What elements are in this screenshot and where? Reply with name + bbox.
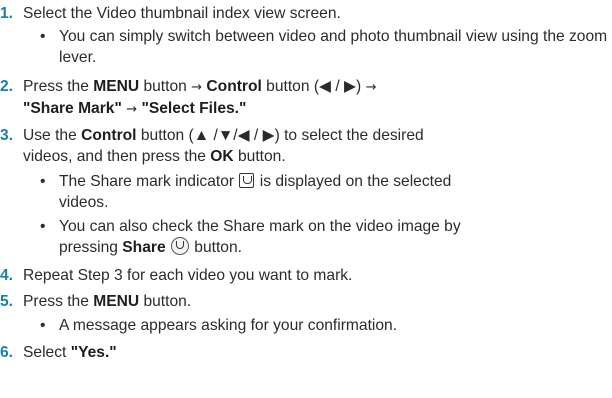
bullet-text: The Share mark indicator is displayed on… — [59, 171, 611, 213]
step-text: Select the Video thumbnail index view sc… — [23, 5, 341, 22]
bullet-dot: • — [40, 28, 46, 45]
bullet-dot: • — [40, 317, 46, 334]
bullet-dot: • — [40, 218, 46, 235]
step-text: Press the MENU button. — [23, 291, 608, 312]
text-run: Press the — [23, 293, 94, 310]
text-run: button. — [189, 239, 242, 256]
text-run: pressing — [59, 239, 123, 256]
arrow-icon: → — [365, 80, 377, 95]
menu-label: MENU — [93, 293, 140, 310]
bullet-text: A message appears asking for your confir… — [59, 317, 398, 334]
text-run: button. — [139, 293, 192, 310]
menu-label: MENU — [93, 78, 140, 95]
share-mark-icon — [239, 173, 255, 188]
arrow-icon: → — [126, 102, 138, 117]
step-number: 5. — [0, 293, 14, 310]
instruction-page: 1. Select the Video thumbnail index view… — [0, 0, 612, 398]
share-mark-label: "Share Mark" — [23, 100, 122, 117]
text-run: button. — [233, 148, 286, 165]
share-button-icon — [170, 237, 189, 255]
step-number: 3. — [0, 127, 14, 144]
text-run: The Share mark indicator — [59, 173, 235, 190]
text-run: You can also check the Share mark on the… — [59, 218, 461, 235]
step-number: 4. — [0, 267, 14, 284]
step-number: 1. — [0, 5, 14, 22]
text-run: Press the — [23, 78, 94, 95]
yes-label: "Yes." — [70, 344, 117, 361]
step-text: Repeat Step 3 for each video you want to… — [23, 267, 353, 284]
control-label: Control — [81, 127, 137, 144]
text-run: button (◀ / ▶) — [261, 78, 366, 95]
control-label: Control — [206, 78, 262, 95]
text-run: button (▲ /▼/◀ / ▶) to select the desire… — [136, 127, 424, 144]
step-number: 2. — [0, 78, 14, 95]
text-run: videos, and then press the — [23, 148, 211, 165]
bullet-text: You can simply switch between video and … — [59, 28, 608, 66]
bullet-dot: • — [40, 173, 46, 190]
step-text: Use the Control button (▲ /▼/◀ / ▶) to s… — [23, 125, 608, 167]
step-number: 6. — [0, 344, 14, 361]
arrow-icon: → — [191, 80, 203, 95]
share-label: Share — [122, 239, 166, 256]
bullet-text: You can also check the Share mark on the… — [59, 216, 611, 258]
ok-label: OK — [210, 148, 234, 165]
text-run: Select — [23, 344, 71, 361]
text-run: Use the — [23, 127, 82, 144]
text-run: button — [139, 78, 192, 95]
step-text: Select "Yes." — [23, 342, 608, 363]
text-run: is displayed on the selected — [255, 173, 452, 190]
step-text: Press the MENU button → Control button (… — [23, 76, 608, 120]
select-files-label: "Select Files." — [141, 100, 247, 117]
text-run: videos. — [59, 194, 109, 211]
